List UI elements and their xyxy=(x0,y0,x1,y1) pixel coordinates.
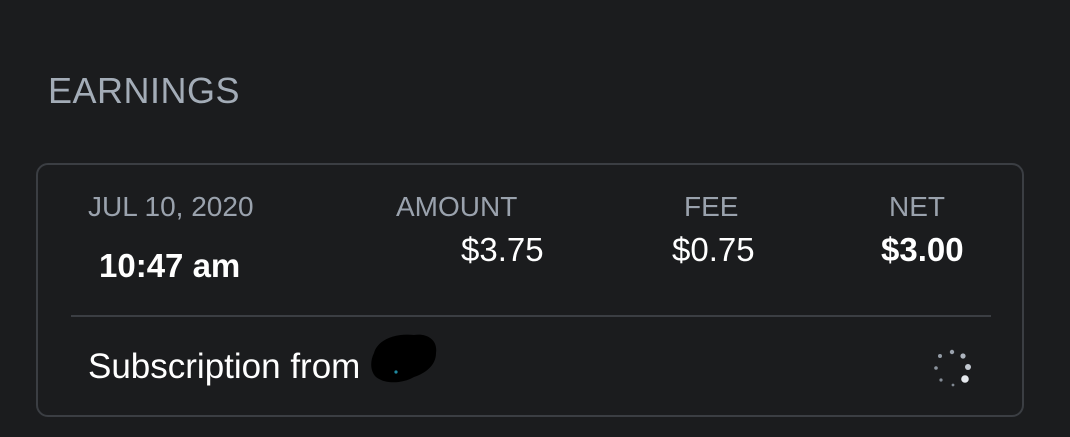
transaction-time: 10:47 am xyxy=(99,247,241,284)
amount-label: AMOUNT xyxy=(396,191,518,222)
transaction-date: JUL 10, 2020 xyxy=(88,191,254,222)
transaction-description: Subscription from xyxy=(88,347,361,386)
net-value: $3.00 xyxy=(881,231,964,268)
transaction-card[interactable]: JUL 10, 2020 10:47 am AMOUNT $3.75 FEE $… xyxy=(36,163,1024,417)
earnings-section-title: EARNINGS xyxy=(48,70,241,111)
redacted-username xyxy=(371,334,437,383)
fee-label: FEE xyxy=(684,191,739,222)
loading-spinner-icon xyxy=(934,349,971,387)
fee-value: $0.75 xyxy=(672,231,755,268)
net-label: NET xyxy=(889,191,945,222)
amount-value: $3.75 xyxy=(461,231,544,268)
card-divider xyxy=(71,315,991,317)
